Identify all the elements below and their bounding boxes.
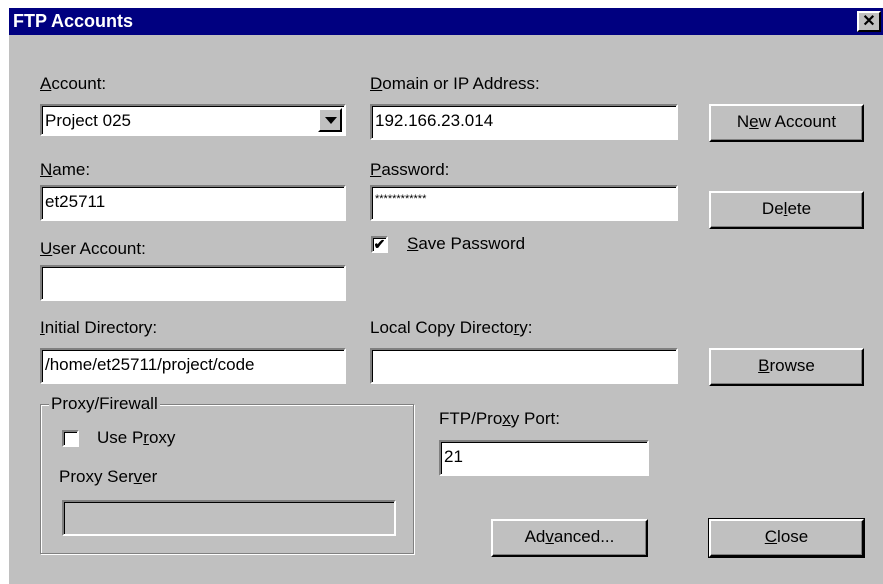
- initial-directory-label: Initial Directory:: [40, 318, 158, 337]
- save-password-label: Save Password: [407, 234, 526, 253]
- user-account-label: User Account:: [40, 239, 146, 258]
- domain-label: Domain or IP Address:: [370, 74, 540, 93]
- chevron-down-icon[interactable]: [318, 108, 342, 132]
- proxy-server-label: Proxy Server: [59, 467, 158, 486]
- ftp-proxy-port-input[interactable]: 21: [439, 440, 649, 476]
- new-account-button[interactable]: New Account: [709, 104, 864, 142]
- proxy-server-input[interactable]: [62, 500, 396, 536]
- close-button[interactable]: Close: [708, 518, 865, 558]
- ftp-accounts-dialog: FTP Accounts ✕ Account: Project 025 Doma…: [9, 8, 883, 584]
- use-proxy-label: Use Proxy: [97, 428, 176, 447]
- name-label: Name:: [40, 160, 91, 179]
- account-value: Project 025: [45, 111, 131, 130]
- ftp-proxy-port-label: FTP/Proxy Port:: [439, 409, 560, 428]
- account-dropdown[interactable]: Project 025: [40, 104, 346, 136]
- proxy-firewall-group-label: Proxy/Firewall: [49, 394, 160, 414]
- browse-button[interactable]: Browse: [709, 348, 864, 386]
- initial-directory-input[interactable]: /home/et25711/project/code: [40, 348, 346, 384]
- delete-button[interactable]: Delete: [709, 191, 864, 229]
- name-input[interactable]: et25711: [40, 185, 346, 221]
- password-input[interactable]: ************: [370, 185, 678, 221]
- use-proxy-checkbox[interactable]: [62, 430, 79, 447]
- local-copy-directory-input[interactable]: [370, 348, 678, 384]
- account-label: Account:: [40, 74, 107, 93]
- user-account-input[interactable]: [40, 265, 346, 301]
- domain-input[interactable]: 192.166.23.014: [370, 104, 678, 140]
- password-label: Password:: [370, 160, 450, 179]
- save-password-checkbox[interactable]: ✔: [371, 236, 388, 253]
- close-icon[interactable]: ✕: [857, 11, 881, 32]
- window-title: FTP Accounts: [13, 11, 134, 31]
- title-bar: FTP Accounts ✕: [9, 8, 883, 35]
- local-copy-directory-label: Local Copy Directory:: [370, 318, 533, 337]
- advanced-button[interactable]: Advanced...: [491, 519, 648, 557]
